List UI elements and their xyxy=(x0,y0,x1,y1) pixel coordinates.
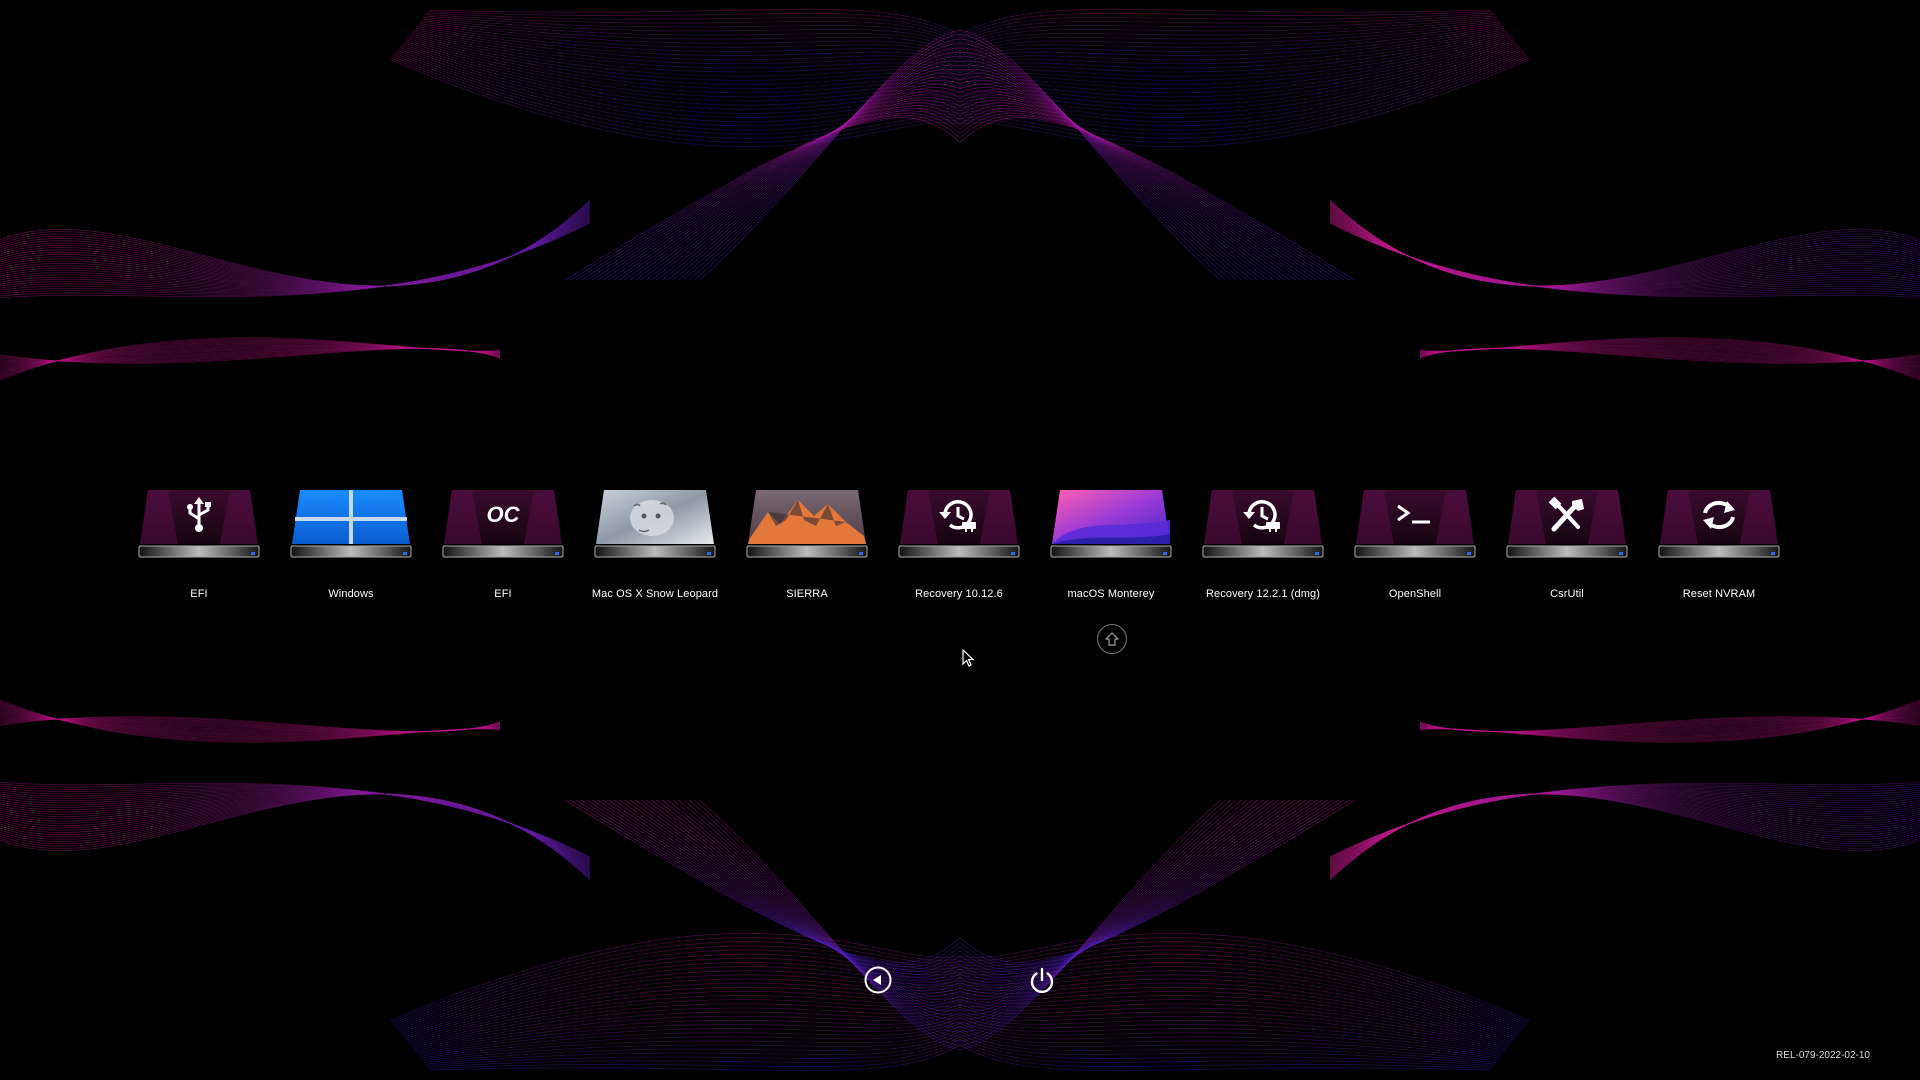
version-string: REL-079-2022-02-10 xyxy=(1776,1050,1870,1061)
monterey-wallpaper-icon xyxy=(1050,486,1172,568)
boot-entry-label: Windows xyxy=(328,588,374,600)
boot-entry[interactable]: Recovery 10.12.6 xyxy=(898,486,1020,600)
boot-entry[interactable]: Reset NVRAM xyxy=(1658,486,1780,600)
boot-entry[interactable]: Recovery 12.2.1 (dmg) xyxy=(1202,486,1324,600)
terminal-prompt-icon xyxy=(1354,486,1476,568)
usb-icon xyxy=(138,486,260,568)
back-arrow-icon xyxy=(864,966,892,994)
recovery-clock-icon xyxy=(898,486,1020,568)
boot-entry-label: EFI xyxy=(190,588,208,600)
shutdown-button[interactable] xyxy=(1026,964,1058,996)
boot-entry[interactable]: Windows xyxy=(290,486,412,600)
boot-entry-list: EFI Windows OC EFI Mac OS X Snow Leopard xyxy=(138,486,1780,600)
boot-entry-label: macOS Monterey xyxy=(1067,588,1155,600)
power-icon xyxy=(1030,967,1054,994)
snow-leopard-wallpaper-icon xyxy=(594,486,716,568)
boot-entry-label: EFI xyxy=(494,588,512,600)
boot-entry-label: SIERRA xyxy=(786,588,828,600)
windows-logo-icon xyxy=(290,486,412,568)
opencore-oc-icon: OC xyxy=(442,486,564,568)
mouse-cursor-icon xyxy=(962,649,975,667)
boot-entry[interactable]: Mac OS X Snow Leopard xyxy=(591,486,719,600)
boot-entry[interactable]: OpenShell xyxy=(1354,486,1476,600)
sierra-mountain-wallpaper-icon xyxy=(746,486,868,568)
boot-entry[interactable]: CsrUtil xyxy=(1506,486,1628,600)
boot-entry[interactable]: OC EFI xyxy=(442,486,564,600)
refresh-icon xyxy=(1658,486,1780,568)
boot-entry-label: CsrUtil xyxy=(1550,588,1584,600)
boot-entry-label: Recovery 10.12.6 xyxy=(915,588,1003,600)
boot-entry-label: Recovery 12.2.1 (dmg) xyxy=(1206,588,1320,600)
recovery-clock-icon xyxy=(1202,486,1324,568)
selection-indicator-icon xyxy=(1097,624,1127,654)
back-button[interactable] xyxy=(862,964,894,996)
svg-text:OC: OC xyxy=(487,502,521,527)
boot-entry-label: Reset NVRAM xyxy=(1682,588,1756,600)
tools-icon xyxy=(1506,486,1628,568)
boot-entry-label: Mac OS X Snow Leopard xyxy=(591,588,719,600)
boot-entry-label: OpenShell xyxy=(1388,588,1442,600)
boot-entry[interactable]: macOS Monterey xyxy=(1050,486,1172,600)
boot-entry[interactable]: EFI xyxy=(138,486,260,600)
boot-entry[interactable]: SIERRA xyxy=(746,486,868,600)
